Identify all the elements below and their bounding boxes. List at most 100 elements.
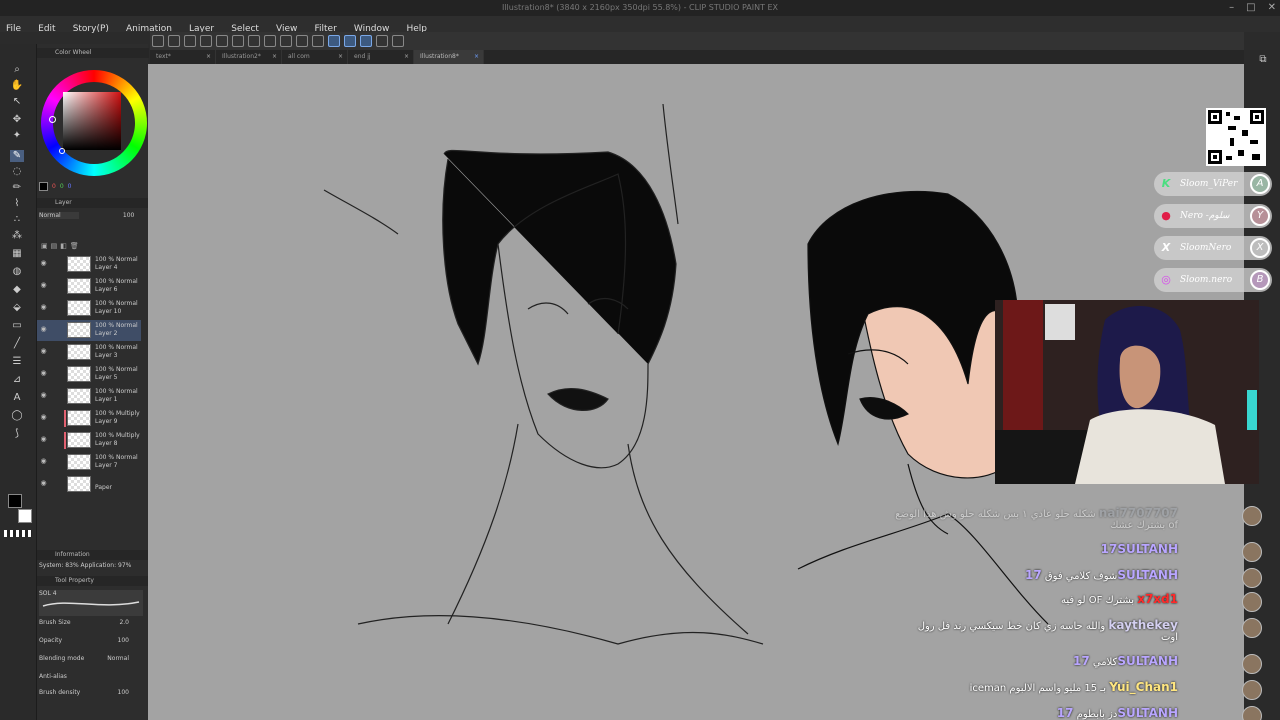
blend-tool-icon[interactable]: ◍ — [10, 266, 24, 278]
close-tab-icon[interactable]: × — [474, 50, 479, 64]
brush-size-row[interactable]: Brush Size 2.0 — [39, 616, 143, 630]
undo-icon[interactable] — [216, 35, 228, 47]
transform-icon[interactable] — [280, 35, 292, 47]
close-icon[interactable]: ✕ — [1268, 0, 1276, 16]
fill-icon[interactable] — [264, 35, 276, 47]
menu-file[interactable]: File — [0, 21, 27, 37]
visibility-eye-icon[interactable]: ◉ — [39, 281, 48, 290]
save-icon[interactable] — [184, 35, 196, 47]
deselect-icon[interactable] — [312, 35, 324, 47]
pencil-tool-icon[interactable]: ✏ — [10, 182, 24, 194]
layer-row[interactable]: ◉ Paper — [37, 474, 141, 495]
redo-icon[interactable] — [232, 35, 244, 47]
new-folder-icon[interactable]: ▤ — [51, 242, 61, 250]
blend-mode-select[interactable]: Normal — [39, 212, 79, 219]
maximize-icon[interactable]: □ — [1246, 0, 1255, 16]
visibility-eye-icon[interactable]: ◉ — [39, 303, 48, 312]
snap-grid-icon[interactable] — [360, 35, 372, 47]
tablet-icon[interactable] — [376, 35, 388, 47]
speech-tool-icon[interactable]: ◯ — [10, 410, 24, 422]
visibility-eye-icon[interactable]: ◉ — [39, 259, 48, 268]
layer-row[interactable]: ◉ 100 % Multiply Layer 9 — [37, 408, 141, 429]
close-tab-icon[interactable]: × — [404, 50, 409, 64]
layer-opacity[interactable]: 100 — [123, 212, 134, 219]
panel-menu-icon[interactable]: ⧉ — [1256, 54, 1270, 66]
anti-alias-row[interactable]: Anti-alias — [39, 670, 143, 684]
main-color-swatch[interactable] — [8, 494, 22, 508]
print-icon[interactable] — [200, 35, 212, 47]
operation-tool-icon[interactable]: ↖ — [10, 96, 24, 108]
layer-row[interactable]: ◉ 100 % Normal Layer 2 — [37, 320, 141, 341]
gradient-tool-icon[interactable]: ▭ — [10, 320, 24, 332]
text-tool-icon[interactable]: A — [10, 392, 24, 404]
pen-tool-icon[interactable]: ✎ — [10, 150, 24, 162]
new-document-icon[interactable] — [152, 35, 164, 47]
brush-density-row[interactable]: Brush density 100 — [39, 686, 143, 700]
close-tab-icon[interactable]: × — [272, 50, 277, 64]
opacity-value[interactable]: 100 — [118, 634, 129, 648]
tab-illustration8[interactable]: Illustration8* × — [414, 50, 484, 64]
delete-layer-icon[interactable]: 🗑 — [70, 242, 82, 250]
blending-row[interactable]: Blending mode Normal — [39, 652, 143, 666]
zoom-tool-icon[interactable]: ⌕ — [10, 64, 24, 76]
airbrush-tool-icon[interactable]: ∴ — [10, 214, 24, 226]
lasso-tool-icon[interactable]: ◌ — [10, 166, 24, 178]
tool-property-header[interactable]: Tool Property — [37, 576, 149, 586]
eraser-tool-icon[interactable]: ◆ — [10, 284, 24, 296]
visibility-eye-icon[interactable]: ◉ — [39, 435, 48, 444]
layer-row[interactable]: ◉ 100 % Normal Layer 7 — [37, 452, 141, 473]
decoration-tool-icon[interactable]: ⁂ — [10, 230, 24, 242]
menu-edit[interactable]: Edit — [32, 21, 61, 37]
menu-story[interactable]: Story(P) — [67, 21, 115, 37]
color-picker-handle[interactable] — [59, 148, 65, 154]
hand-tool-icon[interactable]: ✋ — [10, 80, 24, 92]
clear-icon[interactable] — [296, 35, 308, 47]
tab-end-jj[interactable]: end jj × — [348, 50, 414, 64]
snap-ruler-icon[interactable] — [328, 35, 340, 47]
information-header[interactable]: Information — [37, 550, 149, 560]
move-layer-icon[interactable]: ✥ — [10, 114, 24, 126]
opacity-row[interactable]: Opacity 100 — [39, 634, 143, 648]
visibility-eye-icon[interactable]: ◉ — [39, 479, 48, 488]
correct-line-icon[interactable]: ⟆ — [10, 428, 24, 440]
layer-panel-header[interactable]: Layer — [37, 198, 149, 208]
layer-row[interactable]: ◉ 100 % Normal Layer 10 — [37, 298, 141, 319]
balloon-tool-icon[interactable]: ☰ — [10, 356, 24, 368]
visibility-eye-icon[interactable]: ◉ — [39, 325, 48, 334]
layer-row[interactable]: ◉ 100 % Normal Layer 5 — [37, 364, 141, 385]
snap-special-ruler-icon[interactable] — [344, 35, 356, 47]
visibility-eye-icon[interactable]: ◉ — [39, 413, 48, 422]
ruler-tool-icon[interactable]: ⊿ — [10, 374, 24, 386]
visibility-eye-icon[interactable]: ◉ — [39, 347, 48, 356]
fill-tool-icon[interactable]: ⬙ — [10, 302, 24, 314]
saturation-value-square[interactable] — [63, 92, 121, 150]
brush-density-value[interactable]: 100 — [118, 686, 129, 700]
close-tab-icon[interactable]: × — [206, 50, 211, 64]
brush-tool-icon[interactable]: ⌇ — [10, 198, 24, 210]
tab-illustration2[interactable]: Illustration2* × — [216, 50, 282, 64]
frame-tool-icon[interactable]: ▦ — [10, 248, 24, 260]
selection-icon[interactable] — [248, 35, 260, 47]
layer-row[interactable]: ◉ 100 % Normal Layer 1 — [37, 386, 141, 407]
layer-row[interactable]: ◉ 100 % Multiply Layer 8 — [37, 430, 141, 451]
visibility-eye-icon[interactable]: ◉ — [39, 391, 48, 400]
minimize-icon[interactable]: – — [1229, 0, 1234, 16]
blending-value[interactable]: Normal — [107, 652, 129, 666]
selection-tool-icon[interactable]: ✦ — [10, 130, 24, 142]
color-wheel-header[interactable]: Color Wheel — [37, 48, 149, 58]
tab-text[interactable]: text* × — [150, 50, 216, 64]
settings-icon[interactable] — [392, 35, 404, 47]
transparent-color-swatch[interactable] — [4, 530, 32, 537]
layer-row[interactable]: ◉ 100 % Normal Layer 4 — [37, 254, 141, 275]
open-icon[interactable] — [168, 35, 180, 47]
mask-icon[interactable]: ◧ — [60, 242, 70, 250]
layer-row[interactable]: ◉ 100 % Normal Layer 6 — [37, 276, 141, 297]
sub-color-swatch[interactable] — [18, 509, 32, 523]
figure-tool-icon[interactable]: ╱ — [10, 338, 24, 350]
new-raster-layer-icon[interactable]: ▣ — [41, 242, 51, 250]
hue-handle[interactable] — [49, 116, 56, 123]
close-tab-icon[interactable]: × — [338, 50, 343, 64]
tab-all-com[interactable]: all com × — [282, 50, 348, 64]
brush-size-value[interactable]: 2.0 — [119, 616, 129, 630]
visibility-eye-icon[interactable]: ◉ — [39, 457, 48, 466]
